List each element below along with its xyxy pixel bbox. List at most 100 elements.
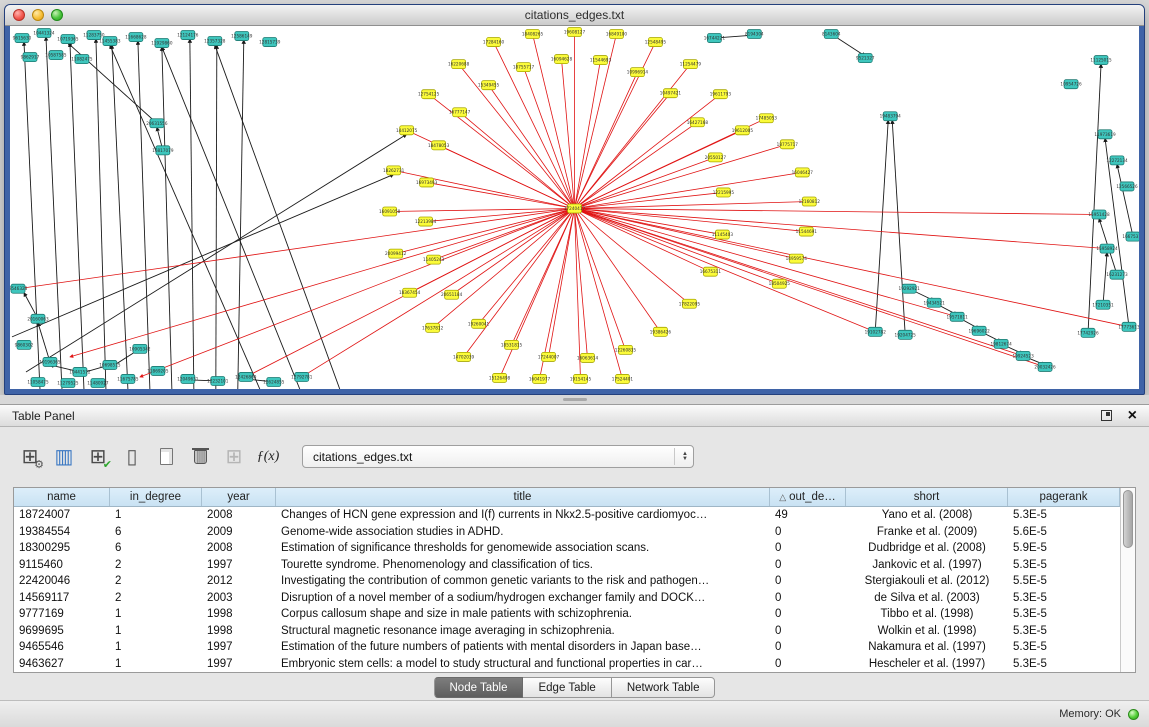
- graph-edge[interactable]: [46, 37, 62, 389]
- graph-edge[interactable]: [575, 209, 876, 332]
- graph-edge[interactable]: [575, 209, 797, 259]
- function-builder-icon[interactable]: ƒ(x): [254, 443, 282, 470]
- minimize-button[interactable]: [32, 9, 44, 21]
- graph-edge[interactable]: [575, 209, 711, 272]
- table-row[interactable]: 2242004622012Investigating the contribut…: [14, 573, 1120, 590]
- tab-edge-table[interactable]: Edge Table: [523, 677, 611, 698]
- graph-edge[interactable]: [575, 60, 601, 208]
- panel-splitter[interactable]: [0, 395, 1149, 404]
- graph-edge[interactable]: [162, 47, 172, 389]
- table-mode-icon[interactable]: ⊞⚙: [16, 443, 44, 470]
- graph-edge[interactable]: [575, 72, 638, 208]
- table-scrollbar[interactable]: [1120, 488, 1135, 672]
- column-header-name[interactable]: name: [14, 488, 110, 506]
- graph-edge[interactable]: [1103, 253, 1107, 305]
- window-titlebar[interactable]: citations_edges.txt: [5, 5, 1144, 26]
- graph-node-label: 19434521: [924, 300, 946, 305]
- table-cell: 1997: [202, 658, 276, 670]
- table-cell: Embryonic stem cells: a model to study s…: [276, 658, 770, 670]
- column-header-year[interactable]: year: [202, 488, 276, 506]
- tab-network-table[interactable]: Network Table: [612, 677, 716, 698]
- graph-node-label: 11480927: [87, 380, 109, 385]
- close-panel-icon[interactable]: ×: [1128, 408, 1137, 424]
- graph-edge[interactable]: [302, 209, 575, 377]
- close-button[interactable]: [13, 9, 25, 21]
- column-header-short[interactable]: short: [846, 488, 1008, 506]
- table-row[interactable]: 946362711997Embryonic stem cells: a mode…: [14, 656, 1120, 673]
- graph-edge[interactable]: [575, 94, 721, 208]
- graph-edge[interactable]: [1117, 164, 1133, 236]
- table-row[interactable]: 1456911722003Disruption of a novel membe…: [14, 590, 1120, 607]
- graph-node-label: 16675311: [700, 269, 722, 274]
- new-column-icon[interactable]: [152, 443, 180, 470]
- graph-edge[interactable]: [575, 144, 788, 208]
- table-cell: 5.3E-5: [1008, 559, 1120, 571]
- table-cell: Wolkin et al. (1998): [846, 625, 1008, 637]
- graph-edge[interactable]: [1088, 64, 1101, 333]
- row-height-icon[interactable]: ▯: [118, 443, 146, 470]
- node-table: namein_degreeyeartitle△out_de…shortpager…: [13, 487, 1136, 673]
- memory-status-indicator[interactable]: [1128, 709, 1139, 720]
- delete-column-icon[interactable]: [186, 443, 214, 470]
- table-cell: 9699695: [14, 625, 110, 637]
- graph-edge[interactable]: [12, 174, 394, 336]
- graph-edge[interactable]: [110, 45, 260, 389]
- graph-edge[interactable]: [112, 45, 128, 389]
- scrollbar-thumb[interactable]: [1123, 490, 1133, 548]
- graph-edge[interactable]: [70, 209, 575, 357]
- column-header-in_degree[interactable]: in_degree: [110, 488, 202, 506]
- splitter-grip-icon[interactable]: [563, 398, 587, 401]
- graph-edge[interactable]: [575, 209, 1100, 215]
- graph-edge[interactable]: [549, 209, 575, 357]
- graph-edge[interactable]: [575, 209, 780, 284]
- table-cell: 0: [770, 542, 846, 554]
- graph-edge[interactable]: [575, 209, 723, 235]
- table-row[interactable]: 977716911998Corpus callosum shape and si…: [14, 606, 1120, 623]
- column-header-title[interactable]: title: [276, 488, 770, 506]
- network-canvas[interactable]: 9615630104413241071936511283750986291710…: [10, 26, 1139, 389]
- network-graph[interactable]: 9615630104413241071936511283750986291710…: [10, 26, 1139, 389]
- graph-edge[interactable]: [892, 120, 905, 335]
- graph-edge[interactable]: [140, 209, 575, 377]
- graph-edge[interactable]: [216, 45, 217, 389]
- table-cell: 9777169: [14, 608, 110, 620]
- graph-edge[interactable]: [427, 182, 575, 208]
- graph-edge[interactable]: [394, 170, 575, 208]
- table-cell: Investigating the contribution of common…: [276, 575, 770, 587]
- table-row[interactable]: 969969511998Structural magnetic resonanc…: [14, 623, 1120, 640]
- table-toolbar: ⊞⚙▥⊞✔▯ ⊞ƒ(x) citations_edges.txt ▲▼: [0, 427, 1149, 470]
- table-cell: Estimation of the future numbers of pati…: [276, 641, 770, 653]
- graph-node-label: 9546328: [10, 286, 28, 291]
- graph-edge[interactable]: [1105, 138, 1129, 327]
- tab-node-table[interactable]: Node Table: [434, 677, 524, 698]
- graph-edge[interactable]: [575, 209, 661, 332]
- graph-edge[interactable]: [575, 209, 958, 317]
- select-columns-icon[interactable]: ▥: [50, 443, 78, 470]
- graph-edge[interactable]: [575, 209, 581, 379]
- table-row[interactable]: 946554611997Estimation of the future num…: [14, 639, 1120, 656]
- float-window-icon[interactable]: [1101, 410, 1112, 421]
- graph-edge[interactable]: [162, 47, 300, 389]
- edit-table-icon[interactable]: ⊞✔: [84, 443, 112, 470]
- graph-edge[interactable]: [575, 209, 1130, 327]
- import-table-icon[interactable]: ⊞: [220, 443, 248, 470]
- table-row[interactable]: 911546021997Tourette syndrome. Phenomeno…: [14, 557, 1120, 574]
- table-cell: 1997: [202, 559, 276, 571]
- graph-edge[interactable]: [190, 39, 194, 389]
- table-row[interactable]: 1872400712008Changes of HCN gene express…: [14, 507, 1120, 524]
- graph-edge[interactable]: [96, 39, 106, 389]
- graph-edge[interactable]: [575, 209, 1108, 249]
- table-row[interactable]: 1830029562008Estimation of significance …: [14, 540, 1120, 557]
- graph-edge[interactable]: [38, 323, 50, 362]
- graph-edge[interactable]: [24, 42, 40, 389]
- zoom-button[interactable]: [51, 9, 63, 21]
- table-row[interactable]: 1938455462009Genome-wide association stu…: [14, 524, 1120, 541]
- table-cell: Jankovic et al. (1997): [846, 559, 1008, 571]
- graph-edge[interactable]: [215, 45, 340, 389]
- table-selector[interactable]: citations_edges.txt ▲▼: [302, 445, 694, 468]
- graph-node-label: 16094628: [551, 57, 573, 62]
- table-cell: 0: [770, 592, 846, 604]
- column-header-pagerank[interactable]: pagerank: [1008, 488, 1120, 506]
- graph-edge[interactable]: [875, 120, 888, 332]
- column-header-out_de[interactable]: △out_de…: [770, 488, 846, 506]
